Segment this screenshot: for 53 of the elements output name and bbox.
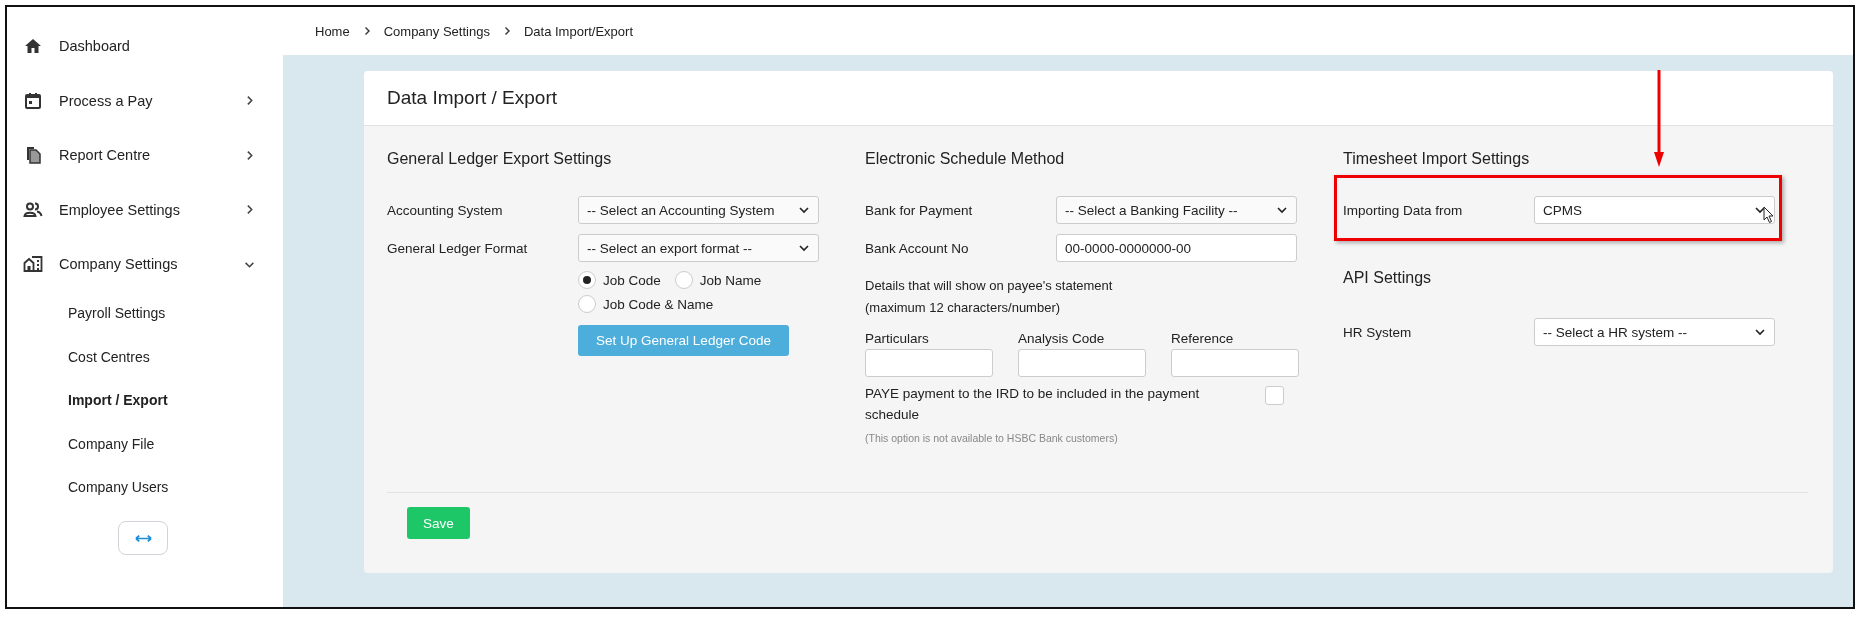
- submenu-item[interactable]: Company File: [7, 422, 283, 466]
- dropdown[interactable]: -- Select a HR system --: [1534, 318, 1775, 346]
- calendar-icon: [23, 90, 43, 111]
- checkbox-label: PAYE payment to the IRD to be included in the payment schedule: [865, 385, 1201, 424]
- submenu-item[interactable]: Payroll Settings: [7, 291, 283, 335]
- nav-item[interactable]: Process a Pay: [7, 73, 283, 128]
- field-label: Analysis Code: [1018, 331, 1106, 346]
- checkbox[interactable]: [1265, 386, 1284, 405]
- hint-text: (This option is not available to HSBC Bank customers): [865, 432, 1119, 444]
- input-field[interactable]: [865, 349, 993, 377]
- dropdown[interactable]: CPMS: [1534, 196, 1775, 224]
- input-field[interactable]: 00-0000-0000000-00: [1056, 234, 1297, 262]
- section-heading: Electronic Schedule Method: [865, 150, 1066, 168]
- section-heading: Timesheet Import Settings: [1343, 150, 1531, 168]
- chevron-down-icon: [1754, 326, 1766, 338]
- chevron-down-icon: [1276, 204, 1288, 216]
- double-arrow-icon: [134, 533, 152, 543]
- mouse-cursor-icon: [1763, 206, 1775, 224]
- submenu-item[interactable]: Import / Export: [7, 378, 283, 422]
- page-title: Data Import / Export: [387, 87, 557, 109]
- radio-option[interactable]: Job Name: [674, 269, 762, 291]
- dropdown[interactable]: -- Select a Banking Facility --: [1056, 196, 1297, 224]
- field-label: Reference: [1171, 331, 1235, 346]
- dropdown[interactable]: -- Select an Accounting System: [578, 196, 819, 224]
- details-note: Details that will show on payee's statement (maximum 12 characters/number): [865, 277, 1114, 317]
- radio-option[interactable]: Job Code: [578, 269, 661, 291]
- radio-option[interactable]: Job Code & Name: [578, 293, 714, 315]
- field-label: Accounting System: [387, 202, 504, 218]
- field-label: Bank for Payment: [865, 202, 974, 218]
- field-label: HR System: [1343, 324, 1413, 340]
- breadcrumb-current: Data Import/Export: [523, 23, 634, 39]
- dropdown[interactable]: -- Select an export format --: [578, 234, 819, 262]
- chevron-down-icon: [798, 204, 810, 216]
- chevron-down-icon: [798, 242, 810, 254]
- section-heading: API Settings: [1343, 269, 1433, 287]
- field-label: General Ledger Format: [387, 240, 529, 256]
- breadcrumb-link[interactable]: Company Settings: [383, 23, 490, 39]
- nav-item[interactable]: Employee Settings: [7, 182, 283, 237]
- submenu-item[interactable]: Company Users: [7, 465, 283, 509]
- field-label: Importing Data from: [1343, 202, 1464, 218]
- building-icon: [23, 254, 43, 275]
- field-label: Bank Account No: [865, 240, 970, 256]
- input-field[interactable]: [1171, 349, 1299, 377]
- chevron-down-icon: [1754, 204, 1766, 216]
- nav-item[interactable]: Dashboard: [7, 19, 283, 74]
- breadcrumb-link[interactable]: Home: [315, 23, 350, 39]
- input-field[interactable]: [1018, 349, 1146, 377]
- nav-item[interactable]: Report Centre: [7, 128, 283, 183]
- field-label: Particulars: [865, 331, 930, 346]
- collapse-toggle-button[interactable]: [118, 521, 168, 555]
- nav-item[interactable]: Company Settings: [7, 237, 283, 292]
- submenu-item[interactable]: Cost Centres: [7, 335, 283, 379]
- section-heading: General Ledger Export Settings: [387, 150, 613, 168]
